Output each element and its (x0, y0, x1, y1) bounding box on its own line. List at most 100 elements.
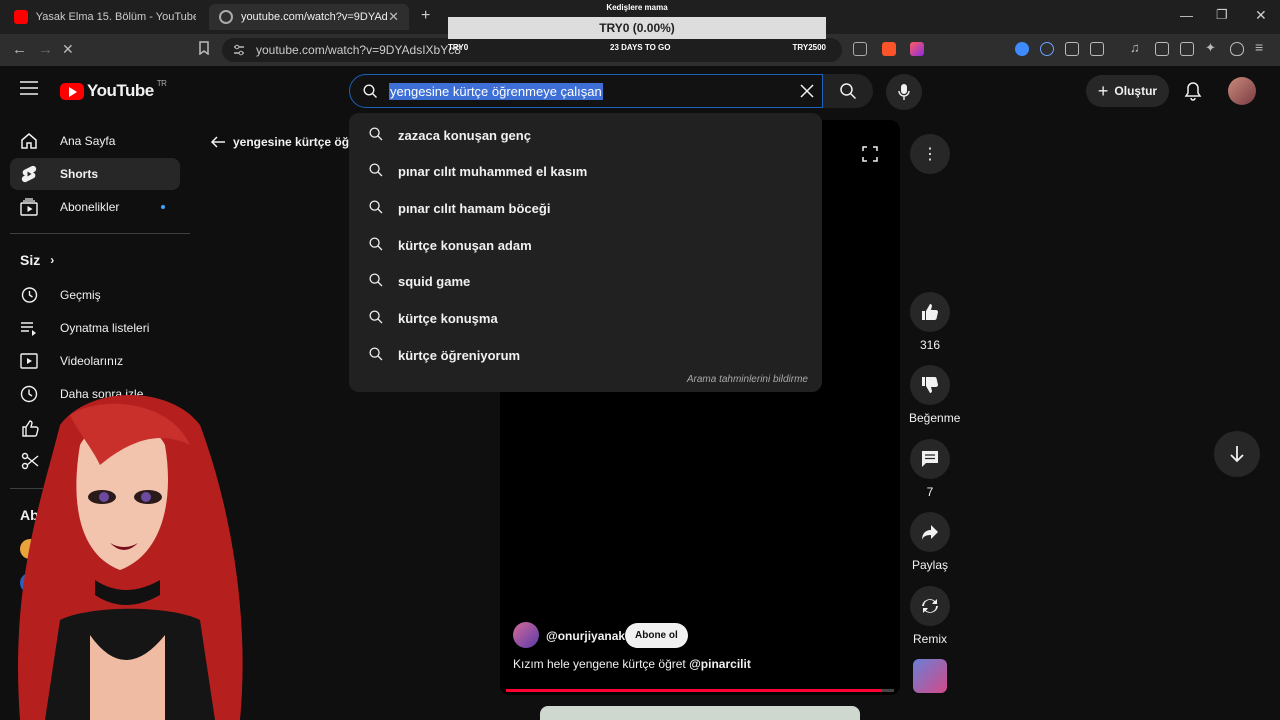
suggestion-item[interactable]: kürtçe konuşma (349, 301, 822, 337)
search-button[interactable] (823, 74, 873, 108)
country-code: TR (156, 78, 167, 88)
cast-icon[interactable] (853, 42, 867, 56)
fullscreen-icon[interactable] (862, 146, 878, 167)
search-icon (369, 200, 385, 217)
sidebar-you-header[interactable]: Siz › (10, 244, 180, 276)
maximize-icon[interactable]: ❐ (1216, 7, 1228, 23)
extensions-icon[interactable] (1065, 42, 1079, 56)
tab-yasak-elma[interactable]: Yasak Elma 15. Bölüm - YouTube (4, 4, 206, 30)
close-window-icon[interactable]: ✕ (1255, 7, 1267, 24)
sidebar-item-history[interactable]: Geçmiş (10, 279, 180, 311)
sidebar-item-home[interactable]: Ana Sayfa (10, 125, 180, 157)
extension-4-icon[interactable] (1090, 42, 1104, 56)
suggestion-text: pınar cılıt hamam böceği (398, 200, 551, 216)
sidebar-item-subscriptions[interactable]: Abonelikler (10, 191, 180, 223)
search-icon (369, 273, 385, 290)
sidebar-item-playlists[interactable]: Oynatma listeleri (10, 312, 180, 344)
like-action[interactable]: 316 (909, 292, 951, 352)
media-icon[interactable]: ♫ (1130, 40, 1144, 55)
comments-action[interactable]: 7 (909, 439, 951, 499)
sidebar-item-your-videos[interactable]: Videolarınız (10, 345, 180, 377)
vpn-icon[interactable] (1230, 42, 1244, 56)
extension-2-icon[interactable] (1040, 42, 1054, 56)
shorts-search-title: yengesine kürtçe öğre (233, 135, 349, 149)
search-icon (369, 163, 385, 180)
wallet-icon[interactable] (1180, 42, 1194, 56)
create-button[interactable]: + Oluştur (1086, 75, 1169, 107)
like-button[interactable] (910, 292, 950, 332)
remix-action[interactable]: Remix (909, 586, 951, 646)
comments-button[interactable] (910, 439, 950, 479)
search-box[interactable]: yengesine kürtçe öğrenmeye çalışan (349, 74, 823, 108)
channel-avatar[interactable] (513, 622, 539, 648)
youtube-play-icon (60, 82, 84, 100)
minimize-icon[interactable]: — (1180, 8, 1193, 23)
thumbs-down-icon (922, 376, 939, 393)
next-short-preview[interactable] (540, 706, 860, 720)
new-tab-icon[interactable]: + (421, 7, 430, 25)
remix-button[interactable] (910, 586, 950, 626)
share-label: Paylaş (911, 558, 949, 572)
voice-search-button[interactable] (886, 74, 922, 110)
account-avatar[interactable] (1228, 77, 1256, 105)
leo-icon[interactable]: ✦ (1205, 40, 1219, 55)
suggestion-item[interactable]: kürtçe öğreniyorum (349, 337, 822, 373)
tab-title: youtube.com/watch?v=9DYAdsD (240, 11, 389, 23)
caption-mention[interactable]: @pinarcilit (689, 657, 751, 671)
remix-icon (922, 599, 938, 613)
back-icon[interactable]: ← (12, 41, 27, 58)
progress-fill (506, 689, 883, 692)
short-caption: Kızım hele yengene kürtçe öğret @pinarci… (513, 657, 751, 671)
suggestion-item[interactable]: kürtçe konuşan adam (349, 227, 822, 263)
thumbs-up-icon (922, 304, 939, 321)
search-input[interactable]: yengesine kürtçe öğrenmeye çalışan (389, 83, 603, 100)
dislike-action[interactable]: Beğenme (909, 365, 960, 425)
suggestion-item[interactable]: pınar cılıt muhammed el kasım (349, 154, 822, 190)
search-icon (369, 237, 385, 254)
brave-shield-icon[interactable] (882, 42, 896, 56)
suggestion-item[interactable]: pınar cılıt hamam böceği (349, 190, 822, 226)
suggestion-item[interactable]: zazaca konuşan genç (349, 117, 822, 153)
sidebar-item-label: Abonelikler (60, 200, 120, 214)
forward-icon[interactable]: → (38, 41, 53, 58)
sidebar-item-label: Oynatma listeleri (60, 321, 150, 335)
sidebar-item-label: Videolarınız (60, 354, 124, 368)
donation-goal-title: Kedişlere mama (448, 0, 826, 16)
sidebar-item-label: Geçmiş (60, 288, 101, 302)
menu-icon[interactable]: ≡ (1255, 39, 1269, 55)
comment-icon (922, 451, 938, 467)
clear-search-icon[interactable] (799, 83, 815, 104)
sidebar-icon[interactable] (1155, 42, 1169, 56)
channel-name[interactable]: @onurjiyanak (546, 629, 625, 643)
home-icon (20, 132, 38, 150)
brave-rewards-icon[interactable] (910, 42, 924, 56)
tab-current[interactable]: youtube.com/watch?v=9DYAdsD ✕ (209, 4, 409, 30)
close-tab-icon[interactable]: ✕ (388, 9, 399, 25)
youtube-favicon-icon (14, 10, 28, 24)
youtube-logo[interactable]: YouTube TR (60, 78, 167, 101)
hamburger-menu-icon[interactable] (20, 81, 38, 100)
like-count: 316 (919, 338, 941, 352)
extension-1-icon[interactable] (1015, 42, 1029, 56)
notifications-bell-icon[interactable] (1184, 81, 1202, 106)
next-short-button[interactable] (1214, 431, 1260, 477)
share-action[interactable]: Paylaş (909, 512, 951, 572)
suggestion-item[interactable]: squid game (349, 264, 822, 300)
shorts-icon (20, 165, 38, 183)
sidebar-item-shorts[interactable]: Shorts (10, 158, 180, 190)
report-predictions-link[interactable]: Arama tahminlerini bildirme (687, 374, 808, 385)
sidebar-item-label: Ana Sayfa (60, 134, 116, 148)
search-icon (363, 84, 378, 104)
sound-thumbnail[interactable] (913, 659, 947, 693)
new-content-dot (161, 205, 165, 209)
progress-track[interactable] (506, 689, 894, 692)
site-info-icon[interactable] (232, 43, 246, 60)
youtube-header: YouTube TR yengesine kürtçe öğrenmeye ça… (0, 66, 1280, 116)
back-arrow-icon[interactable] (210, 134, 226, 155)
stop-icon[interactable]: ✕ (62, 41, 74, 58)
more-options-button[interactable]: ⋮ (910, 134, 950, 174)
bookmark-icon[interactable] (198, 41, 210, 59)
subscribe-button[interactable]: Abone ol (625, 623, 688, 648)
share-button[interactable] (910, 512, 950, 552)
dislike-button[interactable] (910, 365, 950, 405)
